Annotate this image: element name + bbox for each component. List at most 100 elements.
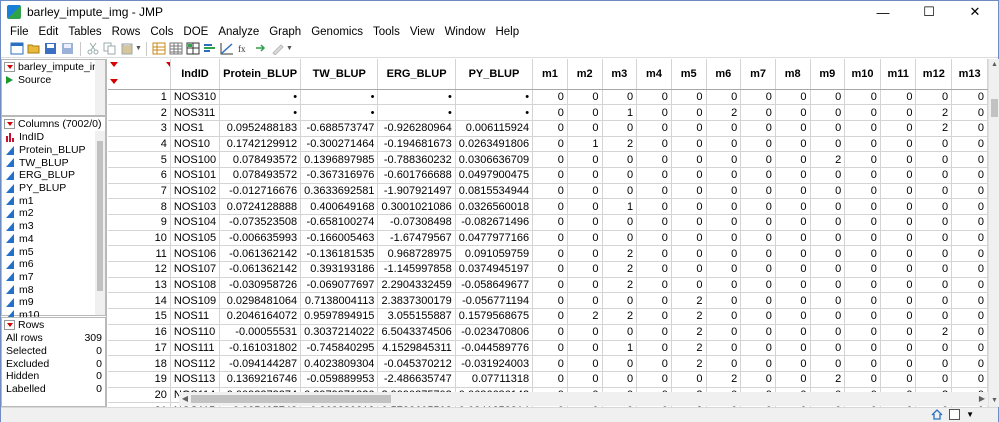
table-cell[interactable]: 0.393193186 [300,261,379,278]
table-cell[interactable]: 0 [671,183,707,200]
table-cell[interactable]: 4.1529845311 [377,340,456,357]
table-cell[interactable]: 0 [706,277,742,294]
table-cell[interactable]: 0 [567,355,603,372]
row-number[interactable]: 4 [108,136,171,153]
table-cell[interactable]: -0.006635993 [219,230,302,247]
table-cell[interactable]: -0.082671496 [455,214,534,231]
columns-panel-header[interactable]: Columns (7002/0) [2,117,105,131]
table-cell[interactable]: 0 [951,89,988,106]
table-cell[interactable]: 0 [844,120,881,137]
column-header-m10[interactable]: m10 [844,59,881,90]
table-cell[interactable]: 0.078493572 [219,167,302,184]
table-cell[interactable]: -0.061362142 [219,245,302,263]
table-cell[interactable]: 0.0306636709 [455,151,534,168]
table-cell[interactable]: 0 [740,371,776,388]
table-row[interactable]: 8 NOS103 0.0724128888 0.400649168 0.30010210… [108,198,988,215]
row-number[interactable]: 8 [108,198,171,215]
grid-corner[interactable] [108,59,171,90]
table-cell[interactable]: 0 [844,245,881,263]
table-cell[interactable]: 0 [951,104,988,121]
table-cell[interactable]: 0.091059759 [455,245,534,263]
table-cell[interactable]: -0.194681673 [377,136,456,153]
table-cell[interactable]: 0 [775,198,811,215]
table-cell[interactable]: 0.0477977166 [455,230,534,247]
status-dropdown-icon[interactable]: ▼ [966,410,974,419]
table-cell[interactable]: • [300,89,379,106]
table-cell[interactable]: 0 [706,340,742,357]
table-cell[interactable]: 0 [951,120,988,137]
table-cell[interactable]: 0.0326560018 [455,198,534,215]
table-cell[interactable]: 0 [775,136,811,153]
row-number[interactable]: 5 [108,151,171,168]
column-header-m2[interactable]: m2 [567,59,603,90]
table-cell[interactable]: 0 [951,151,988,168]
table-cell[interactable]: 0.4023809304 [300,355,379,372]
table-cell[interactable]: 1 [567,136,603,153]
table-cell[interactable]: 0 [810,261,846,278]
table-cell[interactable]: 0 [775,120,811,137]
table-cell[interactable]: 0 [671,371,707,388]
table-cell[interactable]: 0 [915,183,953,200]
table-cell[interactable]: 0 [636,371,672,388]
columns-scroll-thumb[interactable] [97,141,103,291]
table-cell[interactable]: 0 [775,261,811,278]
column-item-m9[interactable]: m9 [2,296,105,309]
table-row[interactable]: 19 NOS113 0.1369216746 -0.059889953 -2.48663… [108,371,988,388]
table-cell[interactable]: 0 [602,89,638,106]
table-cell[interactable]: 0 [844,89,881,106]
table-cell[interactable]: 2 [915,120,953,137]
grid-vertical-scrollbar[interactable]: ▲ ▼ [988,59,999,407]
column-item-erg_blup[interactable]: ERG_BLUP [2,169,105,182]
table-cell[interactable]: 0 [567,340,603,357]
table-cell[interactable]: 0 [602,324,638,341]
table-cell[interactable]: 0 [880,120,917,137]
menu-graph[interactable]: Graph [264,26,306,38]
table-cell[interactable]: 0 [740,214,776,231]
table-cell[interactable]: 0 [671,104,707,121]
data-grid-icon[interactable] [168,41,184,56]
table-cell[interactable]: • [455,89,534,106]
column-item-m8[interactable]: m8 [2,283,105,296]
table-cell[interactable]: 0 [880,261,917,278]
table-row[interactable]: 15 NOS11 0.2046164072 0.9597894915 3.0551558… [108,308,988,325]
table-cell[interactable]: -0.069077697 [300,277,379,294]
column-header-indid[interactable]: IndID [170,59,221,90]
table-cell[interactable]: 0 [636,120,672,137]
table-cell[interactable]: 0 [636,136,672,153]
table-cell[interactable]: 0 [602,292,638,310]
table-cell[interactable]: NOS106 [170,245,221,263]
table-cell[interactable]: -0.07308498 [377,214,456,231]
table-cell[interactable]: -0.788360232 [377,151,456,168]
table-cell[interactable]: 0 [740,340,776,357]
table-cell[interactable]: 2 [602,308,638,325]
table-cell[interactable]: 0 [810,340,846,357]
row-number[interactable]: 18 [108,355,171,372]
red-triangle-menu-icon[interactable] [4,320,15,330]
table-cell[interactable]: 0 [880,183,917,200]
table-cell[interactable]: 0 [532,167,568,184]
table-cell[interactable]: 0 [880,277,917,294]
table-cell[interactable]: -1.907921497 [377,183,456,200]
table-cell[interactable]: 0 [602,230,638,247]
table-cell[interactable]: 0 [567,245,603,263]
table-cell[interactable]: 0 [602,120,638,137]
grid-horizontal-scrollbar[interactable]: ◀ ▶ [179,392,988,406]
table-cell[interactable]: -0.031924003 [455,355,534,372]
table-cell[interactable]: 0 [532,214,568,231]
table-cell[interactable]: 0 [775,151,811,168]
table-cell[interactable]: 0 [671,120,707,137]
table-cell[interactable]: -0.745840295 [300,340,379,357]
table-cell[interactable]: 6.5043374506 [377,324,456,341]
table-cell[interactable]: 0 [951,183,988,200]
table-cell[interactable]: 0 [532,277,568,294]
column-header-m12[interactable]: m12 [915,59,953,90]
pencil-disabled-icon[interactable] [270,41,286,56]
window-list-icon[interactable] [949,409,961,420]
table-cell[interactable]: 0 [775,245,811,263]
table-cell[interactable]: 0 [706,324,742,341]
row-number[interactable]: 6 [108,167,171,184]
table-cell[interactable]: 0 [915,355,953,372]
menu-doe[interactable]: DOE [178,26,213,38]
menu-file[interactable]: File [5,26,34,38]
grid-horizontal-scroll-thumb[interactable] [191,395,391,403]
